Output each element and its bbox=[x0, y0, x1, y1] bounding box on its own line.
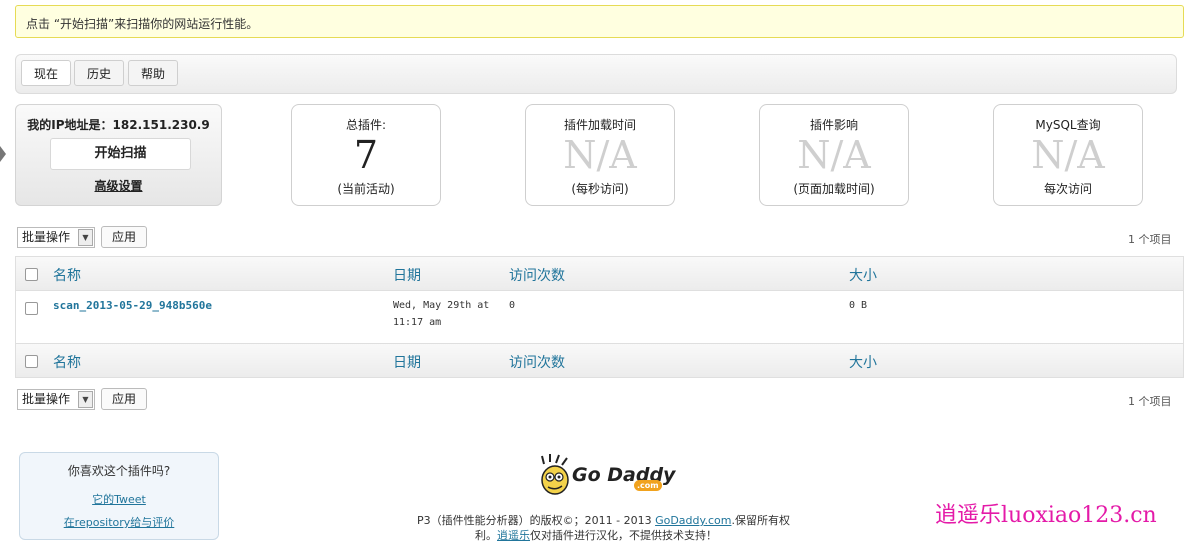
copyright-rights: .保留所有权 bbox=[731, 514, 790, 527]
table-footer: 名称 日期 访问次数 大小 bbox=[16, 343, 1183, 377]
column-visits[interactable]: 访问次数 bbox=[509, 265, 565, 285]
stat-value: N/A bbox=[1031, 133, 1105, 177]
bulk-actions-label: 批量操作 bbox=[22, 392, 71, 406]
column-name[interactable]: 名称 bbox=[53, 352, 81, 372]
stat-title: 插件影响 bbox=[809, 118, 858, 132]
translation-note: 仅对插件进行汉化，不提供技术支持！ bbox=[530, 529, 717, 542]
stat-title: MySQL查询 bbox=[1035, 118, 1101, 132]
apply-button-top[interactable]: 应用 bbox=[101, 226, 147, 248]
scan-date-line2: 11:17 am bbox=[393, 317, 442, 328]
collapse-arrow-icon[interactable] bbox=[0, 146, 6, 162]
copyright-line2: 利。逍遥乐仅对插件进行汉化，不提供技术支持！ bbox=[475, 527, 717, 543]
stat-subtitle: 每次访问 bbox=[1043, 182, 1092, 196]
stat-value: 7 bbox=[353, 133, 379, 177]
feedback-box: 你喜欢这个插件吗? 它的Tweet 在repository给与评价 bbox=[19, 452, 219, 540]
godaddy-link[interactable]: GoDaddy.com bbox=[655, 514, 731, 527]
stat-mysql-queries: MySQL查询 N/A 每次访问 bbox=[993, 104, 1143, 206]
item-count-bottom: 1 个项目 bbox=[1128, 395, 1172, 408]
godaddy-logo-com: .com bbox=[634, 480, 662, 491]
item-count-top: 1 个项目 bbox=[1128, 233, 1172, 246]
stat-title: 插件加载时间 bbox=[563, 118, 636, 132]
copyright-rights-end: 利。 bbox=[475, 529, 497, 542]
bulk-actions-label: 批量操作 bbox=[22, 230, 71, 244]
scans-table: 名称 日期 访问次数 大小 scan_2013-05-29_948b560e W… bbox=[15, 256, 1184, 378]
column-name[interactable]: 名称 bbox=[53, 265, 81, 285]
ip-address-label: 我的IP地址是：182.151.230.9 bbox=[27, 118, 210, 132]
column-date[interactable]: 日期 bbox=[393, 265, 421, 285]
column-size[interactable]: 大小 bbox=[849, 265, 877, 285]
scan-size: 0 B bbox=[849, 300, 868, 311]
bulk-actions-select-bottom[interactable]: 批量操作 ▼ bbox=[17, 389, 95, 410]
tab-history[interactable]: 历史 bbox=[74, 60, 125, 86]
copyright-text: P3（插件性能分析器）的版权©；2011 - 2013 bbox=[417, 514, 656, 527]
column-date[interactable]: 日期 bbox=[393, 352, 421, 372]
column-visits[interactable]: 访问次数 bbox=[509, 352, 565, 372]
chevron-down-icon: ▼ bbox=[78, 391, 93, 408]
stat-subtitle: (页面加载时间) bbox=[793, 182, 875, 196]
watermark: 逍遥乐luoxiao123.cn bbox=[935, 503, 1157, 528]
tab-now[interactable]: 现在 bbox=[21, 60, 72, 86]
row-checkbox[interactable] bbox=[25, 302, 38, 315]
stat-plugin-load-time: 插件加载时间 N/A (每秒访问) bbox=[525, 104, 675, 206]
select-all-checkbox[interactable] bbox=[25, 268, 38, 281]
table-row: scan_2013-05-29_948b560e Wed, May 29th a… bbox=[16, 291, 1183, 343]
like-question: 你喜欢这个插件吗? bbox=[67, 464, 171, 478]
scan-name-link[interactable]: scan_2013-05-29_948b560e bbox=[53, 297, 212, 314]
tweet-link[interactable]: 它的Tweet bbox=[20, 491, 218, 507]
scan-notice: 点击 “开始扫描”来扫描你的网站运行性能。 bbox=[15, 5, 1184, 38]
stat-value: N/A bbox=[563, 133, 637, 177]
translator-link[interactable]: 逍遥乐 bbox=[497, 529, 530, 542]
stat-value: N/A bbox=[797, 133, 871, 177]
stat-total-plugins: 总插件: 7 (当前活动) bbox=[291, 104, 441, 206]
stat-plugin-impact: 插件影响 N/A (页面加载时间) bbox=[759, 104, 909, 206]
scan-visits: 0 bbox=[509, 300, 516, 311]
scan-panel: 我的IP地址是：182.151.230.9 开始扫描 高级设置 bbox=[15, 104, 222, 206]
advanced-settings-link[interactable]: 高级设置 bbox=[16, 177, 221, 194]
stat-subtitle: (每秒访问) bbox=[571, 182, 629, 196]
tab-help[interactable]: 帮助 bbox=[128, 60, 179, 86]
stat-subtitle: (当前活动) bbox=[337, 182, 395, 196]
select-all-checkbox-bottom[interactable] bbox=[25, 355, 38, 368]
start-scan-button[interactable]: 开始扫描 bbox=[50, 138, 191, 170]
table-header: 名称 日期 访问次数 大小 bbox=[16, 257, 1183, 291]
scan-date-line1: Wed, May 29th at bbox=[393, 300, 490, 311]
stat-title: 总插件: bbox=[345, 118, 387, 132]
tab-bar: 现在 历史 帮助 bbox=[15, 54, 1177, 94]
bulk-actions-select-top[interactable]: 批量操作 ▼ bbox=[17, 227, 95, 248]
godaddy-logo[interactable]: Go Daddy .com bbox=[538, 454, 675, 500]
apply-button-bottom[interactable]: 应用 bbox=[101, 388, 147, 410]
copyright-line1: P3（插件性能分析器）的版权©；2011 - 2013 GoDaddy.com.… bbox=[417, 512, 790, 528]
rate-link[interactable]: 在repository给与评价 bbox=[20, 514, 218, 530]
column-size[interactable]: 大小 bbox=[849, 352, 877, 372]
chevron-down-icon: ▼ bbox=[78, 229, 93, 246]
